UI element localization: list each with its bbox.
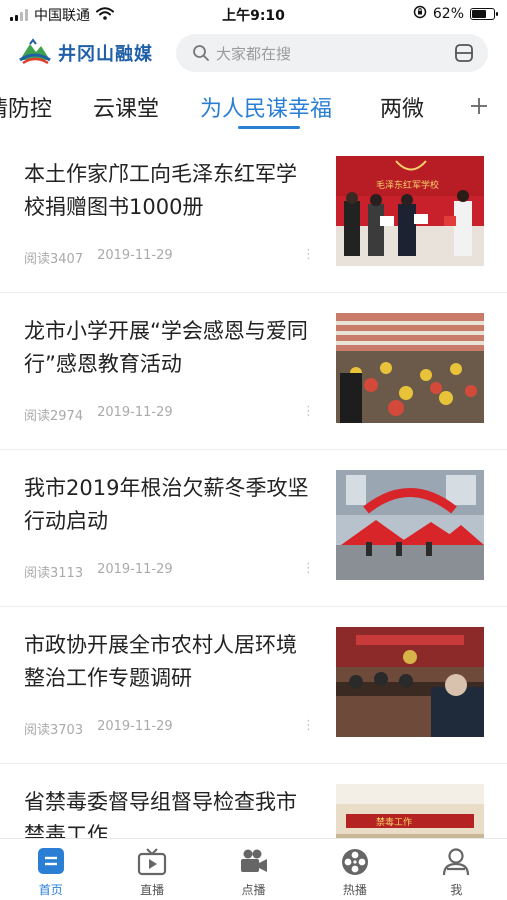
more-options-icon[interactable]: ⋮ [302, 248, 315, 261]
search-icon [192, 44, 210, 66]
nav-label: 直播 [140, 883, 165, 897]
nav-hot[interactable]: 热播 [304, 839, 405, 900]
read-count: 阅读3407 [24, 252, 84, 267]
logo-text: 井冈山融媒 [58, 44, 153, 65]
logo-icon [18, 38, 52, 68]
news-item[interactable]: 我市2019年根治欠薪冬季攻坚行动启动 阅读3113 2019-11-29 ⋮ [0, 450, 507, 607]
news-meta: 阅读2974 2019-11-29 [24, 405, 173, 424]
news-meta: 阅读3113 2019-11-29 [24, 562, 173, 581]
tv-icon [137, 847, 167, 877]
tab-two-micro[interactable]: 两微 [380, 91, 424, 123]
nav-label: 我 [450, 883, 463, 897]
news-title[interactable]: 龙市小学开展“学会感恩与爱同行”感恩教育活动 [24, 315, 314, 381]
nav-home[interactable]: 首页 [0, 839, 101, 900]
user-icon [441, 847, 471, 877]
search-bar[interactable]: 大家都在搜 [176, 34, 488, 72]
nav-label: 点播 [241, 883, 266, 897]
nav-live[interactable]: 直播 [101, 839, 202, 900]
news-title[interactable]: 我市2019年根治欠薪冬季攻坚行动启动 [24, 472, 314, 538]
battery-percent: 62% [432, 6, 464, 22]
home-icon [36, 847, 66, 877]
nav-me[interactable]: 我 [406, 839, 507, 900]
scan-icon[interactable] [454, 43, 474, 67]
news-thumbnail[interactable]: 毛泽东红军学校 [336, 156, 484, 266]
tab-epidemic-control[interactable]: 情防控 [0, 91, 52, 123]
bottom-nav: 首页 直播 点播 热播 我 [0, 838, 507, 900]
search-placeholder: 大家都在搜 [216, 45, 292, 63]
news-title[interactable]: 市政协开展全市农村人居环境整治工作专题调研 [24, 629, 314, 695]
more-options-icon[interactable]: ⋮ [302, 719, 315, 732]
more-options-icon[interactable]: ⋮ [302, 562, 315, 575]
top-header: 井冈山融媒 大家都在搜 [0, 30, 507, 76]
svg-text:禁毒工作: 禁毒工作 [376, 816, 412, 828]
publish-date: 2019-11-29 [97, 405, 173, 420]
news-item[interactable]: 市政协开展全市农村人居环境整治工作专题调研 阅读3703 2019-11-29 … [0, 607, 507, 764]
active-tab-indicator [238, 126, 300, 129]
nav-label: 首页 [38, 883, 63, 897]
news-thumbnail[interactable] [336, 627, 484, 737]
status-bar: 中国联通 上午9:10 62% [0, 0, 507, 28]
orientation-lock-icon [413, 5, 427, 23]
app-screen: 中国联通 上午9:10 62% 井冈山融媒 大家都在搜 防控 云课堂 为人民谋幸… [0, 0, 507, 900]
read-count: 阅读2974 [24, 409, 84, 424]
nav-label: 热播 [342, 883, 367, 897]
film-reel-icon [340, 847, 370, 877]
read-count: 阅读3703 [24, 723, 84, 738]
channel-tabs: 情防控 云课堂 为人民谋幸福 两微 [0, 86, 507, 136]
news-item[interactable]: 龙市小学开展“学会感恩与爱同行”感恩教育活动 阅读2974 2019-11-29… [0, 293, 507, 450]
svg-text:毛泽东红军学校: 毛泽东红军学校 [376, 179, 439, 191]
publish-date: 2019-11-29 [97, 562, 173, 577]
news-meta: 阅读3407 2019-11-29 [24, 248, 173, 267]
nav-on-demand[interactable]: 点播 [203, 839, 304, 900]
tab-cloud-classroom[interactable]: 云课堂 [93, 91, 159, 123]
news-item[interactable]: 本土作家邝工向毛泽东红军学校捐赠图书1000册 阅读3407 2019-11-2… [0, 136, 507, 293]
more-options-icon[interactable]: ⋮ [302, 405, 315, 418]
read-count: 阅读3113 [24, 566, 84, 581]
plus-icon[interactable] [469, 96, 489, 120]
news-list: 本土作家邝工向毛泽东红军学校捐赠图书1000册 阅读3407 2019-11-2… [0, 136, 507, 900]
news-thumbnail[interactable] [336, 470, 484, 580]
battery-icon [470, 8, 498, 20]
tab-serve-the-people[interactable]: 为人民谋幸福 [200, 91, 332, 123]
news-thumbnail[interactable] [336, 313, 484, 423]
publish-date: 2019-11-29 [97, 719, 173, 734]
news-meta: 阅读3703 2019-11-29 [24, 719, 173, 738]
app-logo[interactable]: 井冈山融媒 [18, 38, 153, 68]
status-right: 62% [413, 5, 498, 23]
news-title[interactable]: 本土作家邝工向毛泽东红军学校捐赠图书1000册 [24, 158, 314, 224]
publish-date: 2019-11-29 [97, 248, 173, 263]
video-camera-icon [239, 847, 269, 877]
